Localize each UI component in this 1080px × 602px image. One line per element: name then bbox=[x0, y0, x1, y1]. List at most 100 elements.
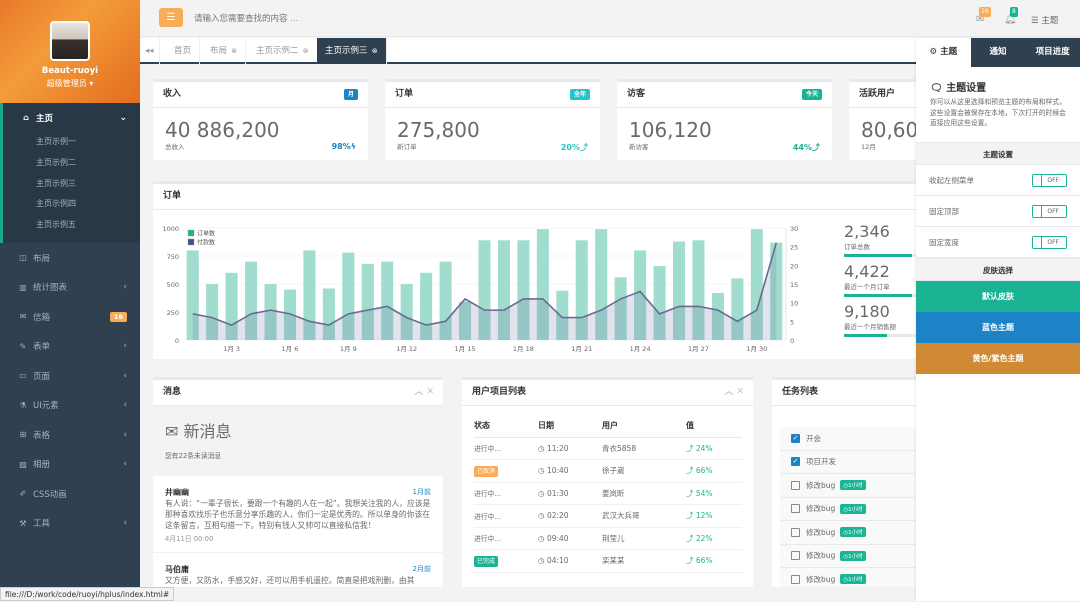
theme-button[interactable]: ☰ 主题 bbox=[1031, 14, 1058, 26]
message-date: 2月前 bbox=[412, 565, 431, 573]
y2-tick-label: 30 bbox=[790, 225, 798, 233]
clock-icon: ◷ bbox=[538, 533, 547, 543]
table-row[interactable]: 进行中... ◷ 01:30 姜岚昕 ⤴ 54% bbox=[474, 482, 742, 505]
task-checkbox[interactable] bbox=[791, 480, 800, 490]
legend-swatch bbox=[187, 229, 195, 237]
close-icon[interactable]: ⊗ bbox=[229, 47, 237, 55]
task-checkbox[interactable] bbox=[791, 504, 800, 514]
clock-icon: ◷ bbox=[538, 488, 547, 498]
mail-button[interactable]: ✉ 16 bbox=[976, 7, 991, 25]
option-toggle[interactable]: OFF bbox=[1032, 205, 1067, 218]
tab-home-example-3[interactable]: 主页示例三 ⊗ bbox=[317, 38, 387, 64]
sidebar-nav: ◫ 布局 ▥ 统计图表 ‹ ✉ 信箱 16 ✎ 表单 ‹ ▭ 页面 ‹ ⚗ UI元素 ‹ ⊞ 表格 ‹ ▨ 相册 ‹ ✐ CSS… bbox=[0, 243, 140, 538]
collapse-icon[interactable]: ︿ ✕ bbox=[414, 380, 434, 405]
tabs-scroll-left-button[interactable]: ◂◂ bbox=[140, 38, 160, 64]
task-label: 修改bug bbox=[806, 504, 836, 514]
notification-button[interactable]: 🔔︎ 8 bbox=[1004, 7, 1018, 25]
sidebar-item-home[interactable]: ⌂ 主页 ⌄ bbox=[3, 103, 140, 132]
theme-option: 固定顶部 OFF bbox=[916, 196, 1080, 227]
submenu-item[interactable]: 主页示例一 bbox=[3, 132, 140, 153]
submenu-item[interactable]: 主页示例二 bbox=[3, 153, 140, 174]
task-time-badge: ◷1小时 bbox=[840, 550, 866, 561]
tab-theme[interactable]: ⚙ 主题 bbox=[916, 38, 971, 67]
skin-option[interactable]: 黄色/紫色主题 bbox=[916, 343, 1080, 374]
panel-title: 任务列表 bbox=[772, 380, 916, 406]
chevron-left-icon: ‹ bbox=[123, 518, 127, 529]
table-row[interactable]: 进行中... ◷ 09:40 荆莹儿 ⤴ 22% bbox=[474, 527, 742, 550]
sidebar-item-mailbox[interactable]: ✉ 信箱 16 bbox=[0, 302, 140, 332]
message-item[interactable]: 马伯庸 2月前 又方便，又防水，手感又好，还可以用手机遥控。简直是把戏刑删，由其 bbox=[153, 562, 443, 587]
task-checkbox[interactable] bbox=[791, 527, 800, 537]
option-toggle[interactable]: OFF bbox=[1032, 174, 1067, 187]
chevron-left-icon: ‹ bbox=[123, 370, 127, 381]
tab-project-progress[interactable]: 项目进度 bbox=[1025, 38, 1080, 67]
submenu-item[interactable]: 主页示例四 bbox=[3, 194, 140, 215]
task-checkbox[interactable] bbox=[791, 551, 800, 561]
table-row[interactable]: 进行中... ◷ 11:20 青衣5858 ⤴ 24% bbox=[474, 437, 742, 460]
x-tick-label: 1月 15 bbox=[455, 345, 476, 353]
row-time: 11:20 bbox=[546, 443, 569, 453]
stat-value: 80,600 bbox=[861, 118, 916, 142]
section-title: 主题设置 bbox=[916, 142, 1080, 165]
close-icon[interactable]: ⊗ bbox=[370, 47, 378, 55]
task-checkbox[interactable] bbox=[791, 574, 800, 584]
ui-elements-icon: ⚗ bbox=[19, 400, 27, 410]
legend-label: 订单数 bbox=[197, 230, 215, 238]
stat-percent: 20%⤴ bbox=[560, 143, 588, 152]
sidebar-item-layout[interactable]: ◫ 布局 bbox=[0, 243, 140, 273]
y-tick-label: 250 bbox=[167, 309, 179, 317]
task-label: 修改bug bbox=[806, 480, 836, 490]
row-value: 24% bbox=[695, 443, 713, 453]
theme-option: 固定宽度 OFF bbox=[916, 227, 1080, 258]
task-label: 修改bug bbox=[806, 527, 836, 537]
sidebar-item-tools[interactable]: ⚒ 工具 ‹ bbox=[0, 508, 140, 538]
trend-up-icon: ⤴ bbox=[686, 511, 696, 521]
tasks-panel: 任务列表 ✓ 开会 ✓ 项目开发 修改bug ◷1小时 修改bug ◷1小时 修改bug ◷1小时… bbox=[772, 377, 916, 587]
skin-option[interactable]: 蓝色主题 bbox=[916, 312, 1080, 343]
table-row[interactable]: 已取消 ◷ 10:40 徐子崴 ⤴ 66% bbox=[474, 459, 742, 483]
message-item[interactable]: 井幽幽 1月前 有人说：“一辈子很长，要跟一个有趣的人在一起”。我想关注我的人，应该… bbox=[153, 485, 443, 553]
column-header: 值 bbox=[686, 414, 742, 438]
order-stat-value: 2,346 bbox=[844, 222, 890, 241]
tab-notifications[interactable]: 通知 bbox=[971, 38, 1026, 67]
sidebar-item-album[interactable]: ▨ 相册 ‹ bbox=[0, 449, 140, 479]
close-icon[interactable]: ⊗ bbox=[301, 47, 309, 55]
collapse-icon[interactable]: ︿ ✕ bbox=[724, 380, 744, 405]
sidebar-item-tables[interactable]: ⊞ 表格 ‹ bbox=[0, 420, 140, 450]
envelope-icon: ✉ bbox=[165, 422, 179, 441]
sidebar-item-css-animation[interactable]: ✐ CSS动画 bbox=[0, 479, 140, 509]
y2-tick-label: 20 bbox=[790, 262, 798, 270]
task-checkbox[interactable]: ✓ bbox=[791, 457, 800, 467]
skin-option[interactable]: 默认皮肤 bbox=[916, 281, 1080, 312]
row-user: 青衣5858 bbox=[602, 437, 686, 460]
submenu-item[interactable]: 主页示例五 bbox=[3, 215, 140, 236]
search-input[interactable] bbox=[194, 13, 494, 23]
avatar[interactable] bbox=[50, 21, 90, 61]
task-checkbox[interactable]: ✓ bbox=[791, 433, 800, 443]
stat-sublabel: 12月 bbox=[861, 143, 876, 151]
chevron-left-icon: ‹ bbox=[123, 341, 127, 352]
sidebar-item-charts[interactable]: ▥ 统计图表 ‹ bbox=[0, 272, 140, 302]
row-user: 姜岚昕 bbox=[602, 482, 686, 505]
progress-fill bbox=[844, 254, 913, 257]
task-label: 开会 bbox=[806, 433, 821, 443]
tab-layout[interactable]: 布局 ⊗ bbox=[202, 38, 247, 64]
tab-home[interactable]: 首页 bbox=[166, 38, 201, 64]
option-toggle[interactable]: OFF bbox=[1032, 236, 1067, 249]
sidebar-item-ui-elements[interactable]: ⚗ UI元素 ‹ bbox=[0, 390, 140, 420]
y2-tick-label: 15 bbox=[790, 281, 798, 289]
submenu-item[interactable]: 主页示例三 bbox=[3, 174, 140, 195]
table-row[interactable]: 进行中... ◷ 02:20 武汉大兵哥 ⤴ 12% bbox=[474, 504, 742, 528]
table-row[interactable]: 已完成 ◷ 04:10 栾某某 ⤴ 66% bbox=[474, 549, 742, 573]
message-text: 又方便，又防水，手感又好，还可以用手机遥控。简直是把戏刑删，由其 bbox=[165, 576, 415, 585]
right-panel-tabs: ⚙ 主题 通知 项目进度 bbox=[916, 38, 1080, 67]
settings-description: 你可以从这里选择和预览主题的布局和样式，这些设置会被保存在本地，下次打开的时候会… bbox=[930, 98, 1066, 127]
menu-toggle-button[interactable]: ☰ bbox=[159, 8, 183, 27]
stat-title: 订单 bbox=[395, 89, 414, 99]
tab-home-example-2[interactable]: 主页示例二 ⊗ bbox=[248, 38, 318, 64]
column-header: 状态 bbox=[474, 414, 538, 438]
sidebar-item-forms[interactable]: ✎ 表单 ‹ bbox=[0, 331, 140, 361]
task-item: 修改bug ◷1小时 bbox=[780, 568, 916, 587]
sidebar-item-pages[interactable]: ▭ 页面 ‹ bbox=[0, 361, 140, 391]
profile-role-dropdown[interactable]: 超级管理员 ▾ bbox=[0, 78, 140, 89]
